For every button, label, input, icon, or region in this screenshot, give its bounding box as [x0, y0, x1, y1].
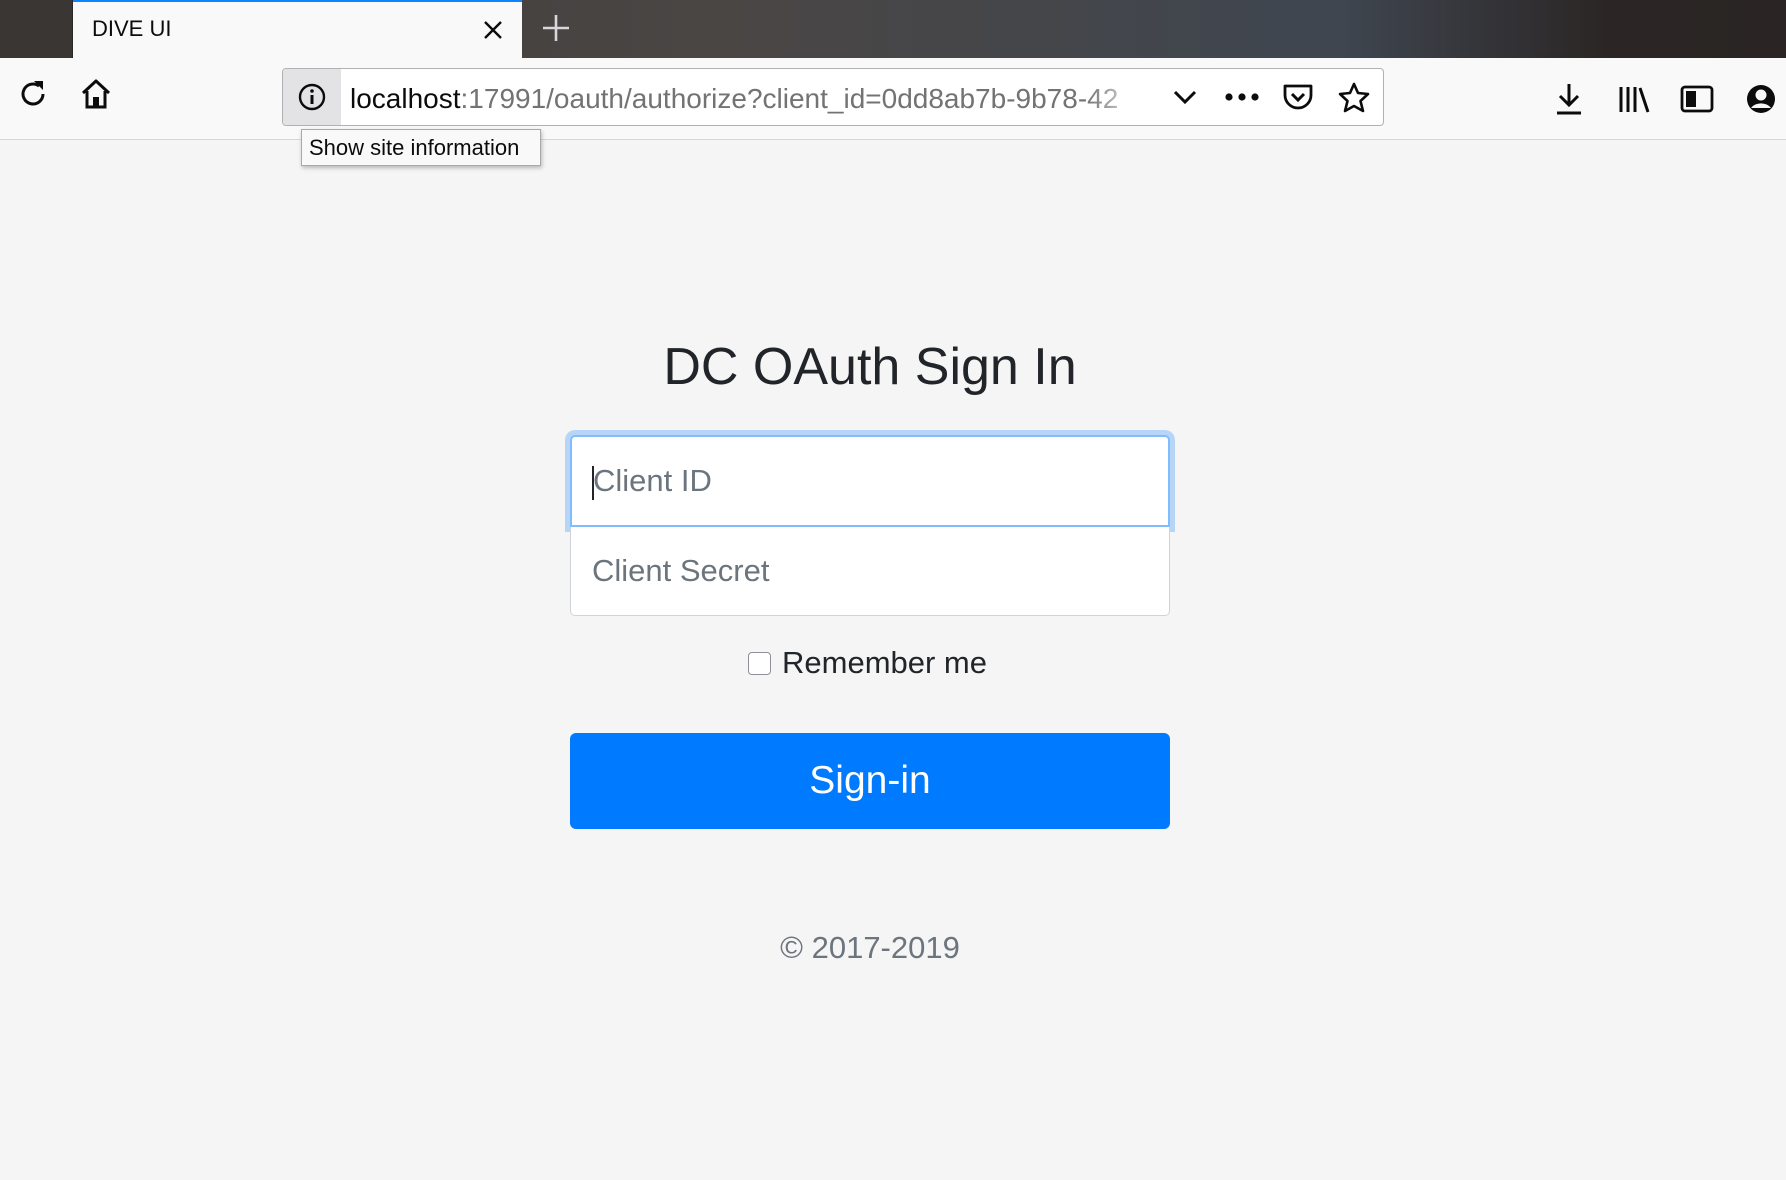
- tab-strip: DIVE UI: [0, 0, 1786, 58]
- client-secret-input[interactable]: [570, 527, 1170, 616]
- remember-me-control[interactable]: Remember me: [748, 645, 987, 681]
- client-id-input[interactable]: [570, 435, 1170, 527]
- plus-icon[interactable]: [532, 5, 580, 51]
- close-icon[interactable]: [473, 10, 513, 50]
- sign-in-button[interactable]: Sign-in: [570, 733, 1170, 829]
- info-icon[interactable]: [283, 69, 341, 125]
- url-path: :17991/oauth/authorize?client_id=0dd8ab7…: [460, 83, 1119, 114]
- tab-strip-edge: [0, 0, 73, 58]
- tab-title: DIVE UI: [92, 16, 172, 41]
- more-icon[interactable]: [1220, 75, 1264, 119]
- reload-icon[interactable]: [9, 70, 57, 118]
- tab-dive-ui[interactable]: DIVE UI: [73, 0, 522, 58]
- remember-me-label: Remember me: [782, 645, 987, 680]
- url-text[interactable]: localhost:17991/oauth/authorize?client_i…: [350, 83, 1150, 115]
- page-title: DC OAuth Sign In: [663, 338, 1077, 396]
- copyright-footer: © 2017-2019: [780, 930, 960, 965]
- sidebar-icon[interactable]: [1674, 76, 1720, 122]
- star-icon[interactable]: [1332, 75, 1376, 119]
- text-caret: [592, 466, 594, 500]
- url-host: localhost: [350, 83, 461, 114]
- remember-me-checkbox[interactable]: [748, 651, 771, 675]
- chevron-down-icon[interactable]: [1163, 75, 1207, 119]
- download-icon[interactable]: [1546, 76, 1592, 122]
- site-info-tooltip: Show site information: [301, 129, 541, 166]
- home-icon[interactable]: [72, 70, 120, 118]
- account-icon[interactable]: [1738, 76, 1784, 122]
- url-bar[interactable]: localhost:17991/oauth/authorize?client_i…: [282, 68, 1384, 126]
- navigation-toolbar: localhost:17991/oauth/authorize?client_i…: [0, 58, 1786, 140]
- pocket-icon[interactable]: [1276, 75, 1320, 119]
- library-icon[interactable]: [1611, 76, 1657, 122]
